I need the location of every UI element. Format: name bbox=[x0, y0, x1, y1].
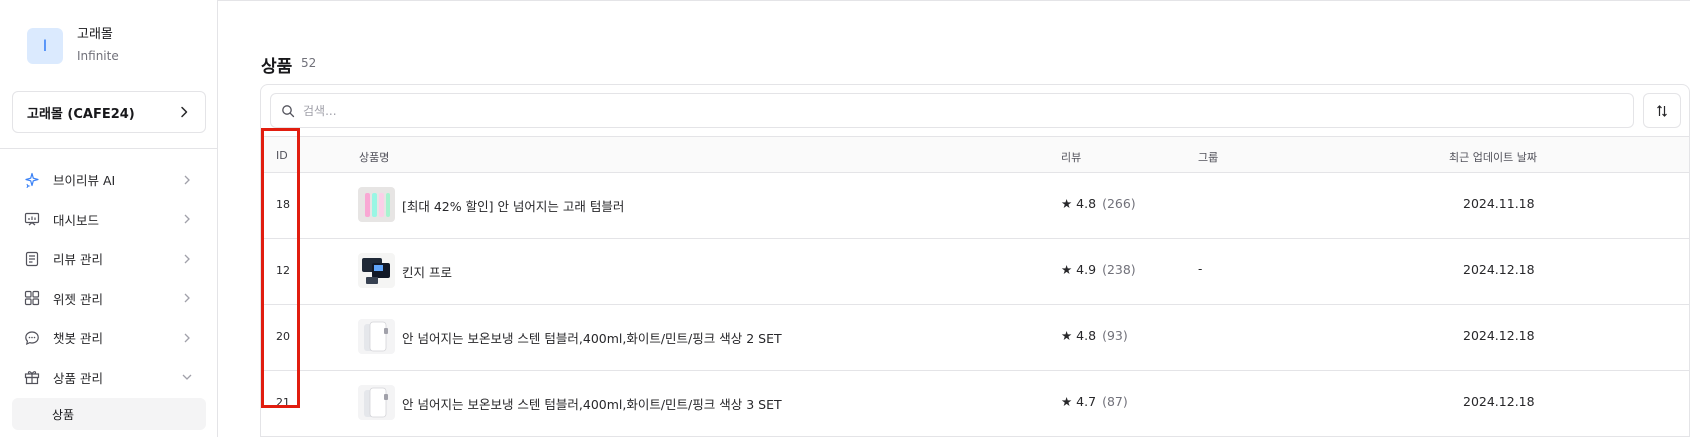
sparkle-icon bbox=[24, 172, 40, 188]
group: - bbox=[1198, 262, 1203, 276]
rating-value: ★ 4.7 bbox=[1061, 394, 1097, 409]
updated-date: 2024.12.18 bbox=[1463, 262, 1535, 277]
account-header: I 고래몰 Infinite bbox=[27, 26, 119, 65]
table-row[interactable]: 18 [최대 42% 할인] 안 넘어지는 고래 텀블러 ★ 4.8 (266) … bbox=[261, 173, 1689, 239]
rating-value: ★ 4.8 bbox=[1061, 196, 1097, 211]
column-header-updated[interactable]: 최근 업데이트 날짜 bbox=[1449, 149, 1537, 165]
sidebar-item-dashboard[interactable]: 대시보드 bbox=[12, 200, 206, 240]
sidebar-item-chatbot[interactable]: 챗봇 관리 bbox=[12, 318, 206, 358]
row-id: 20 bbox=[276, 330, 290, 343]
sidebar-item-products[interactable]: 상품 관리 bbox=[12, 358, 206, 398]
account-name: 고래몰 bbox=[77, 27, 113, 42]
main-content: 상품 52 ID 상품명 리뷰 그룹 최근 업데이트 날짜 18 bbox=[218, 0, 1690, 437]
rating: ★ 4.9 (238) bbox=[1061, 262, 1136, 277]
chevron-right-icon bbox=[184, 254, 190, 264]
search-icon bbox=[282, 104, 295, 117]
table-header: ID 상품명 리뷰 그룹 최근 업데이트 날짜 bbox=[261, 136, 1689, 173]
table-row[interactable]: 20 안 넘어지는 보온보냉 스텐 텀블러,400ml,화이트/민트/핑크 색상… bbox=[261, 305, 1689, 371]
gift-icon bbox=[24, 369, 40, 385]
product-name: 안 넘어지는 보온보냉 스텐 텀블러,400ml,화이트/민트/핑크 색상 2 … bbox=[402, 331, 782, 346]
chevron-right-icon bbox=[181, 106, 188, 118]
product-thumbnail bbox=[358, 319, 395, 354]
row-id: 21 bbox=[276, 396, 290, 409]
updated-date: 2024.12.18 bbox=[1463, 328, 1535, 343]
search-box[interactable] bbox=[270, 93, 1634, 128]
top-divider bbox=[218, 0, 1690, 1]
store-label: 고래몰 (CAFE24) bbox=[27, 106, 135, 122]
chevron-right-icon bbox=[184, 293, 190, 303]
sort-icon bbox=[1657, 104, 1667, 117]
chevron-right-icon bbox=[184, 175, 190, 185]
review-count: (87) bbox=[1102, 394, 1128, 409]
search-input[interactable] bbox=[303, 103, 1603, 118]
rating: ★ 4.8 (93) bbox=[1061, 328, 1128, 343]
product-count: 52 bbox=[301, 56, 317, 70]
column-header-group[interactable]: 그룹 bbox=[1198, 149, 1218, 165]
product-thumbnail bbox=[358, 253, 395, 288]
review-icon bbox=[24, 251, 40, 267]
column-header-review[interactable]: 리뷰 bbox=[1061, 149, 1081, 165]
product-thumbnail bbox=[358, 187, 395, 222]
sidebar-item-reviews[interactable]: 리뷰 관리 bbox=[12, 239, 206, 279]
chevron-right-icon bbox=[184, 214, 190, 224]
sidebar-item-label: 위젯 관리 bbox=[53, 291, 103, 307]
chat-icon bbox=[24, 330, 40, 346]
store-switcher-button[interactable]: 고래몰 (CAFE24) bbox=[12, 91, 206, 133]
column-header-id[interactable]: ID bbox=[276, 149, 288, 162]
chevron-down-icon bbox=[182, 374, 192, 381]
app: I 고래몰 Infinite 고래몰 (CAFE24) 브이리뷰 AI 대시보드… bbox=[0, 0, 1690, 437]
chevron-right-icon bbox=[184, 333, 190, 343]
updated-date: 2024.11.18 bbox=[1463, 196, 1535, 211]
rating: ★ 4.7 (87) bbox=[1061, 394, 1128, 409]
sidebar-item-label: 브이리뷰 AI bbox=[53, 173, 116, 189]
product-name: [최대 42% 할인] 안 넘어지는 고래 텀블러 bbox=[402, 199, 625, 214]
row-id: 12 bbox=[276, 264, 290, 277]
sidebar-item-vreview-ai[interactable]: 브이리뷰 AI bbox=[12, 160, 206, 200]
sidebar-item-label: 챗봇 관리 bbox=[53, 331, 103, 347]
table-row[interactable]: 12 킨지 프로 ★ 4.9 (238) - 2024.12.18 bbox=[261, 239, 1689, 305]
sidebar-divider bbox=[0, 148, 217, 149]
review-count: (93) bbox=[1102, 328, 1128, 343]
sidebar-item-widgets[interactable]: 위젯 관리 bbox=[12, 279, 206, 319]
updated-date: 2024.12.18 bbox=[1463, 394, 1535, 409]
sidebar-nav: 브이리뷰 AI 대시보드 리뷰 관리 위젯 관리 챗봇 관리 상품 관리 bbox=[12, 160, 206, 397]
sidebar-item-label: 대시보드 bbox=[53, 212, 100, 228]
avatar: I bbox=[27, 27, 63, 64]
rating: ★ 4.8 (266) bbox=[1061, 196, 1136, 211]
sort-button[interactable] bbox=[1643, 93, 1681, 128]
review-count: (238) bbox=[1102, 262, 1136, 277]
row-id: 18 bbox=[276, 198, 290, 211]
sidebar-item-label: 상품 관리 bbox=[53, 370, 103, 386]
sidebar-item-label: 리뷰 관리 bbox=[53, 252, 103, 268]
product-name: 킨지 프로 bbox=[402, 265, 452, 280]
column-header-name[interactable]: 상품명 bbox=[359, 149, 389, 165]
rating-value: ★ 4.8 bbox=[1061, 328, 1097, 343]
rating-value: ★ 4.9 bbox=[1061, 262, 1097, 277]
product-name: 안 넘어지는 보온보냉 스텐 텀블러,400ml,화이트/민트/핑크 색상 3 … bbox=[402, 397, 782, 412]
widget-icon bbox=[24, 290, 40, 306]
dashboard-icon bbox=[24, 211, 40, 227]
table-row[interactable]: 21 안 넘어지는 보온보냉 스텐 텀블러,400ml,화이트/민트/핑크 색상… bbox=[261, 371, 1689, 437]
products-panel: ID 상품명 리뷰 그룹 최근 업데이트 날짜 18 [최대 42% 할인] 안… bbox=[260, 84, 1690, 437]
sidebar: I 고래몰 Infinite 고래몰 (CAFE24) 브이리뷰 AI 대시보드… bbox=[0, 0, 218, 437]
sidebar-subitem-products[interactable]: 상품 bbox=[12, 398, 206, 430]
account-plan: Infinite bbox=[77, 49, 119, 63]
product-thumbnail bbox=[358, 385, 395, 420]
review-count: (266) bbox=[1102, 196, 1136, 211]
page-title: 상품 bbox=[261, 57, 293, 77]
